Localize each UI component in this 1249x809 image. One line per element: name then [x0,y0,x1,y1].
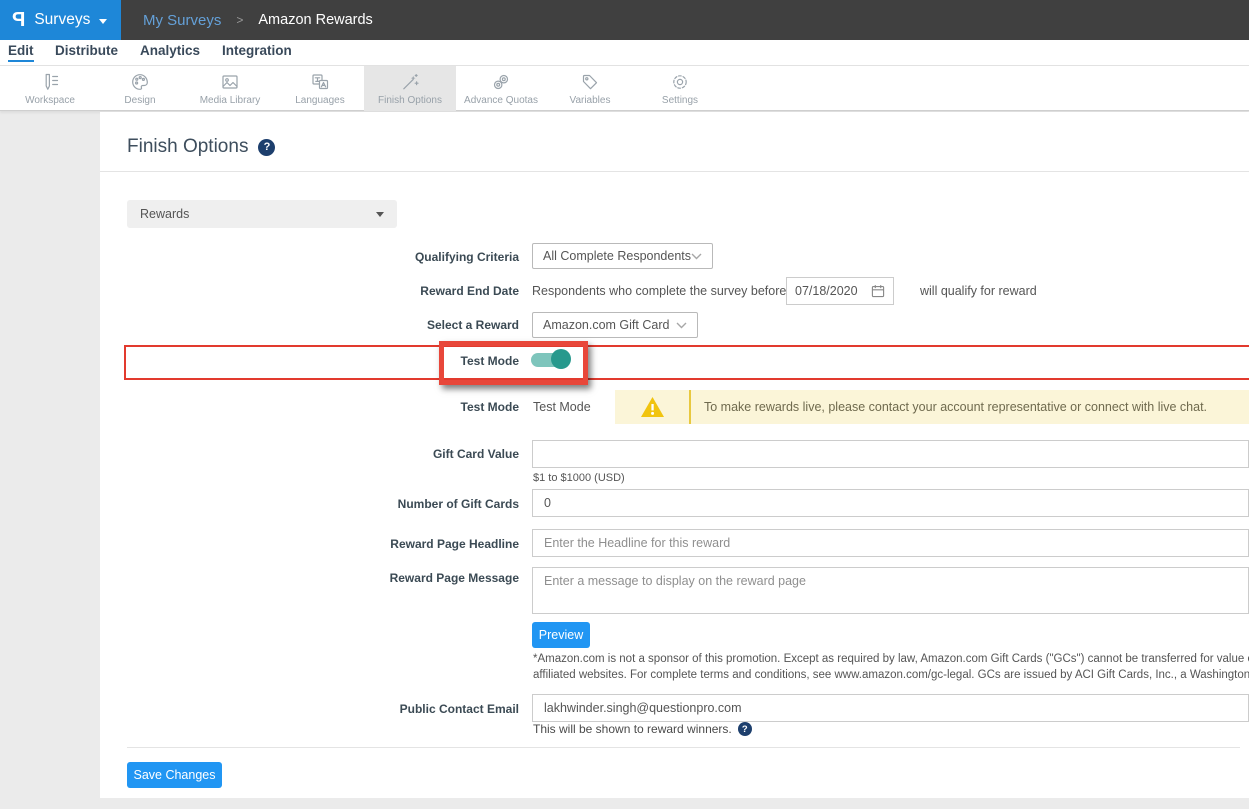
breadcrumb: My Surveys > Amazon Rewards [143,0,373,40]
calendar-icon[interactable] [871,284,885,298]
nav-tab-analytics[interactable]: Analytics [140,43,200,60]
public-contact-email-input[interactable] [532,694,1249,722]
chevron-down-icon [691,253,702,260]
toolbar-tab-finish-options[interactable]: Finish Options [364,66,456,111]
finish-options-icon [400,72,420,92]
toolbar-tab-label: Media Library [200,95,261,106]
gift-card-value-label: Gift Card Value [313,441,519,467]
design-icon [130,72,150,92]
top-bar: P Surveys My Surveys > Amazon Rewards [0,0,1249,40]
reward-end-date-suffix: will qualify for reward [920,277,1037,305]
reward-page-headline-input[interactable] [532,529,1249,557]
save-changes-button[interactable]: Save Changes [127,762,222,788]
chevron-down-icon [99,19,107,24]
warning-triangle-icon [615,396,689,418]
dropdown-caret-icon [376,212,384,217]
nav-tab-edit[interactable]: Edit [8,43,34,62]
reward-page-headline-label: Reward Page Headline [313,530,519,558]
public-contact-email-helper: This will be shown to reward winners. [533,722,732,736]
breadcrumb-my-surveys[interactable]: My Surveys [143,12,221,29]
warning-message: To make rewards live, please contact you… [691,400,1207,414]
screen: P Surveys My Surveys > Amazon Rewards Ed… [0,0,1249,809]
title-divider [100,171,1249,172]
reward-page-message-label: Reward Page Message [313,571,519,585]
amazon-disclaimer-line2: affiliated websites. For complete terms … [533,669,1249,681]
toolbar-tab-media-library[interactable]: Media Library [184,66,276,111]
toolbar-tab-label: Settings [662,95,698,106]
workspace-icon [40,72,60,92]
select-a-reward-select[interactable]: Amazon.com Gift Card [532,312,698,338]
qualifying-criteria-label: Qualifying Criteria [313,244,519,270]
amazon-disclaimer-line1: *Amazon.com is not a sponsor of this pro… [533,653,1249,665]
toolbar-tab-languages[interactable]: Languages [274,66,366,111]
reward-end-date-input[interactable] [795,284,865,298]
toolbar-tab-label: Languages [295,95,345,106]
toolbar-tab-design[interactable]: Design [94,66,186,111]
toolbar-tab-label: Variables [570,95,611,106]
questionpro-logo-icon: P [12,9,25,32]
help-icon[interactable]: ? [738,722,752,736]
test-mode-status-label: Test Mode [313,394,519,420]
advance-quotas-icon [491,72,511,92]
test-mode-toggle[interactable] [531,349,571,369]
nav-tab-integration[interactable]: Integration [222,43,292,60]
finish-option-type-dropdown[interactable]: Rewards [127,200,397,228]
finish-option-type-value: Rewards [140,207,189,221]
breadcrumb-separator: > [236,13,243,27]
toolbar-tab-settings[interactable]: Settings [634,66,726,111]
toolbar-tab-label: Design [124,95,155,106]
product-name: Surveys [34,11,90,29]
page-title: Finish Options [127,136,248,158]
gift-card-value-input[interactable] [532,440,1249,468]
toolbar-tab-label: Workspace [25,95,75,106]
toolbar-tab-variables[interactable]: Variables [544,66,636,111]
qualifying-criteria-value: All Complete Respondents [543,249,691,263]
breadcrumb-current-survey: Amazon Rewards [258,12,372,28]
chevron-down-icon [676,322,687,329]
qualifying-criteria-select[interactable]: All Complete Respondents [532,243,713,269]
test-mode-warning-banner: To make rewards live, please contact you… [615,390,1249,424]
test-mode-status-value: Test Mode [533,394,591,420]
toolbar-tab-label: Finish Options [378,95,442,106]
number-of-gift-cards-input[interactable] [532,489,1249,517]
number-of-gift-cards-label: Number of Gift Cards [313,490,519,518]
toggle-knob [551,349,571,369]
reward-end-date-field [786,277,894,305]
reward-page-message-textarea[interactable] [532,567,1249,614]
reward-end-date-label: Reward End Date [313,277,519,305]
footer-divider [127,747,1240,748]
select-a-reward-value: Amazon.com Gift Card [543,318,669,332]
media-library-icon [220,72,240,92]
toolbar-tab-workspace[interactable]: Workspace [4,66,96,111]
select-a-reward-label: Select a Reward [313,312,519,338]
test-mode-toggle-label: Test Mode [313,348,519,374]
surveys-menu[interactable]: P Surveys [0,0,121,40]
gift-card-value-helper: $1 to $1000 (USD) [533,472,625,484]
settings-icon [670,72,690,92]
preview-button[interactable]: Preview [532,622,590,648]
languages-icon [310,72,330,92]
toolbar-tab-label: Advance Quotas [464,95,538,106]
nav-tab-distribute[interactable]: Distribute [55,43,118,60]
survey-nav: Edit Distribute Analytics Integration [0,40,1249,66]
edit-toolbar: Workspace Design Media Library Languages… [0,66,1249,111]
reward-end-date-prefix: Respondents who complete the survey befo… [532,277,786,305]
help-icon[interactable]: ? [258,139,275,156]
toolbar-tab-advance-quotas[interactable]: Advance Quotas [455,66,547,111]
variables-icon [580,72,600,92]
public-contact-email-label: Public Contact Email [313,695,519,723]
